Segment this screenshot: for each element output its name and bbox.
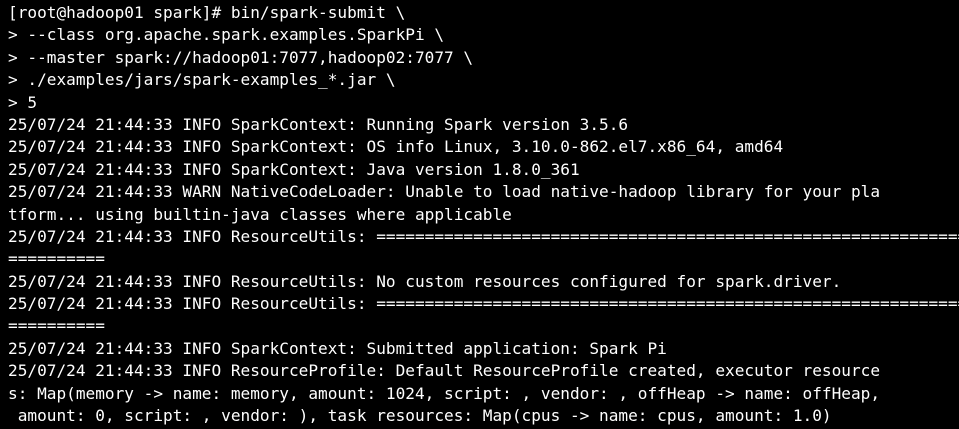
terminal-line: 25/07/24 21:44:33 INFO SparkContext: OS … <box>8 137 784 157</box>
terminal-line: 25/07/24 21:44:33 INFO ResourceUtils: ==… <box>8 294 959 314</box>
terminal-line: 25/07/24 21:44:33 INFO ResourceProfile: … <box>8 361 881 381</box>
terminal-line: > --master spark://hadoop01:7077,hadoop0… <box>8 47 474 67</box>
terminal-line: 25/07/24 21:44:33 INFO SparkContext: Jav… <box>8 159 580 179</box>
terminal-line: 25/07/24 21:44:33 INFO SparkContext: Sub… <box>8 338 667 358</box>
terminal-line: 25/07/24 21:44:33 INFO ResourceUtils: No… <box>8 271 842 291</box>
terminal-line: 25/07/24 21:44:33 WARN NativeCodeLoader:… <box>8 182 881 202</box>
terminal-line: ========== <box>8 249 105 269</box>
terminal-line: 25/07/24 21:44:33 INFO ResourceUtils: ==… <box>8 226 959 246</box>
terminal-line: > --class org.apache.spark.examples.Spar… <box>8 25 445 45</box>
terminal-line: 25/07/24 21:44:33 INFO SparkContext: Run… <box>8 114 629 134</box>
terminal-line: > ./examples/jars/spark-examples_*.jar \ <box>8 70 396 90</box>
terminal-line: amount: 0, script: , vendor: ), task res… <box>8 406 832 426</box>
terminal-line: > 5 <box>8 92 38 112</box>
terminal-line: s: Map(memory -> name: memory, amount: 1… <box>8 383 881 403</box>
terminal-line: tform... using builtin-java classes wher… <box>8 204 512 224</box>
terminal-line: ========== <box>8 316 105 336</box>
terminal-line: [root@hadoop01 spark]# bin/spark-submit … <box>8 3 406 22</box>
terminal-window[interactable]: [root@hadoop01 spark]# bin/spark-submit … <box>0 0 959 429</box>
